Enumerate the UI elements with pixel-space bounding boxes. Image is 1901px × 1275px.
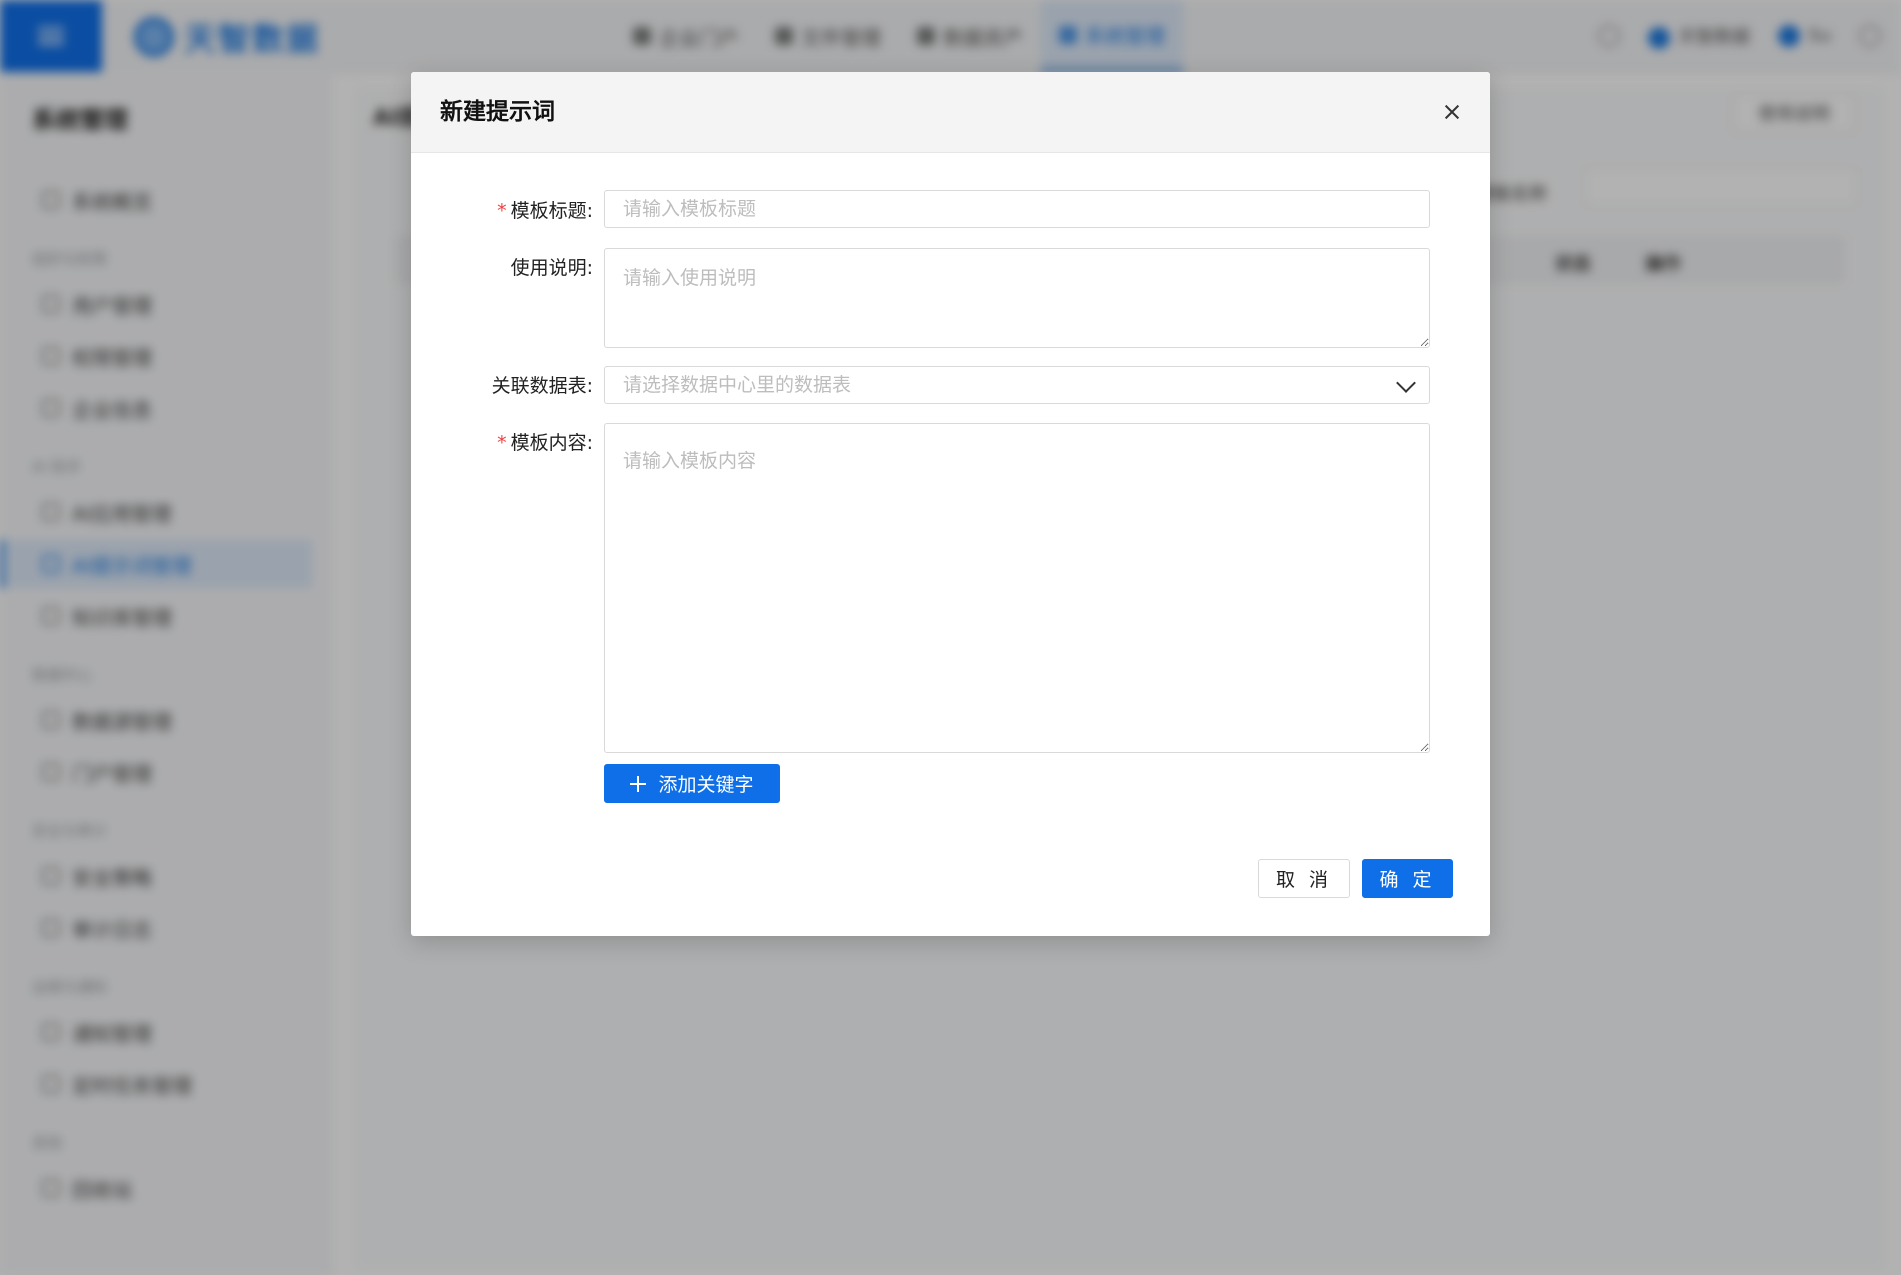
table-label: 关联数据表: — [491, 375, 593, 397]
confirm-button[interactable]: 确 定 — [1362, 859, 1453, 898]
chevron-down-icon — [1396, 373, 1416, 393]
content-label: * 模板内容: — [497, 432, 593, 454]
cancel-button[interactable]: 取 消 — [1258, 859, 1350, 898]
data-table-select[interactable]: 请选择数据中心里的数据表 — [604, 366, 1430, 404]
plus-icon — [630, 775, 647, 792]
required-mark: * — [497, 432, 507, 454]
required-mark: * — [497, 200, 507, 222]
usage-label: 使用说明: — [510, 257, 593, 279]
title-label: * 模板标题: — [497, 200, 593, 222]
add-keyword-button[interactable]: 添加关键字 — [604, 764, 780, 803]
select-placeholder: 请选择数据中心里的数据表 — [623, 374, 852, 396]
new-prompt-dialog: 新建提示词 *模板标题: 使用说明: 关联数据表: 请选择数据中心里的数据表 *… — [411, 72, 1490, 936]
template-content-textarea[interactable] — [604, 423, 1430, 753]
dialog-title: 新建提示词 — [440, 99, 555, 125]
close-icon[interactable] — [1434, 94, 1470, 130]
usage-textarea[interactable] — [604, 248, 1430, 348]
dialog-header: 新建提示词 — [411, 72, 1490, 153]
template-title-input[interactable] — [604, 190, 1430, 228]
